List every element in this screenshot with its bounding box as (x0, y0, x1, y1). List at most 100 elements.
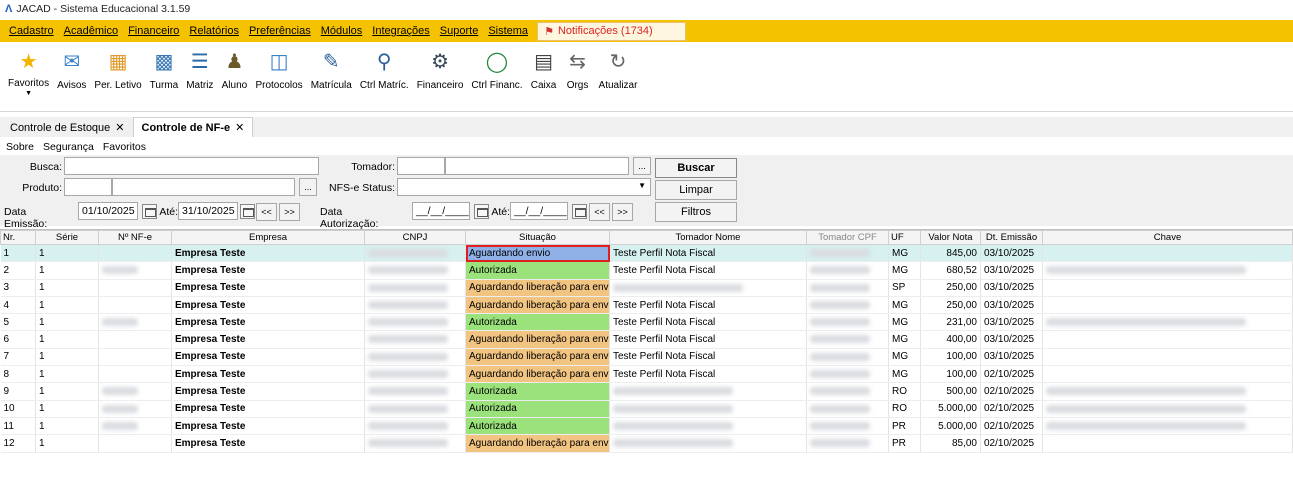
col-empresa[interactable]: Empresa (171, 230, 365, 245)
table-row[interactable]: 1 1 Empresa Teste Aguardando envio Teste Per… (0, 244, 1293, 263)
nfse-status-select[interactable]: ▼ (397, 178, 651, 196)
next-period-button[interactable]: >> (279, 203, 300, 221)
submenu-favoritos[interactable]: Favoritos (103, 141, 146, 153)
menu-cadastro[interactable]: Cadastro (4, 25, 59, 37)
col-situacao[interactable]: Situação (465, 230, 610, 245)
data-emissao-label: Data Emissão: (4, 206, 48, 230)
cell-valor: 400,00 (920, 330, 981, 349)
tomador-name-input[interactable] (445, 157, 629, 175)
col-chave[interactable]: Chave (1042, 230, 1293, 245)
toolbar-turma-button[interactable]: ▩ Turma (150, 49, 179, 91)
toolbar-orgs-button[interactable]: ⇆ Orgs (565, 49, 591, 91)
cell-valor: 845,00 (920, 244, 981, 263)
table-row[interactable]: 2 1 Empresa Teste Autorizada Teste Perfil No… (0, 261, 1293, 280)
table-row[interactable]: 7 1 Empresa Teste Aguardando liberação para… (0, 348, 1293, 367)
data-autorizacao-de-input[interactable]: __/__/____ (412, 202, 470, 220)
notification-icon: ⚑ (544, 25, 554, 38)
produto-name-input[interactable] (112, 178, 295, 196)
cell-nfe (98, 313, 172, 332)
cell-uf: MG (888, 261, 921, 280)
toolbar-per-letivo-button[interactable]: ▦ Per. Letivo (94, 49, 141, 91)
close-icon[interactable]: ✕ (235, 121, 244, 134)
menu-sistema[interactable]: Sistema (483, 25, 533, 37)
cell-tomador-cpf (806, 382, 889, 401)
calendar-icon: ▦ (108, 51, 128, 73)
table-row[interactable]: 4 1 Empresa Teste Aguardando liberação para… (0, 296, 1293, 315)
toolbar-protocolos-button[interactable]: ◫ Protocolos (255, 49, 302, 91)
produto-code-input[interactable] (64, 178, 112, 196)
col-tomador-nome[interactable]: Tomador Nome (609, 230, 807, 245)
col-tomador-cpf[interactable]: Tomador CPF (806, 230, 889, 245)
submenu-sobre[interactable]: Sobre (6, 141, 34, 153)
col-valor-nota[interactable]: Valor Nota (920, 230, 981, 245)
toolbar-label: Orgs (566, 80, 589, 91)
calendar-icon[interactable] (572, 204, 587, 219)
cell-data: 02/10/2025 (980, 400, 1043, 418)
tomador-code-input[interactable] (397, 157, 445, 175)
col-nfe[interactable]: Nº NF-e (98, 230, 172, 245)
col-cnpj[interactable]: CNPJ (364, 230, 466, 245)
nfe-table: Nr. Série Nº NF-e Empresa CNPJ Situação … (0, 230, 1293, 453)
col-serie[interactable]: Série (35, 230, 99, 245)
menu-academico[interactable]: Acadêmico (59, 25, 123, 37)
col-nr[interactable]: Nr. (0, 230, 36, 245)
cell-tomador-cpf (806, 434, 889, 453)
table-row[interactable]: 12 1 Empresa Teste Aguardando liberação par… (0, 434, 1293, 453)
cell-nr: 7 (0, 348, 36, 367)
cell-empresa: Empresa Teste (171, 313, 365, 332)
notifications-button[interactable]: ⚑ Notificações (1734) (537, 21, 686, 41)
busca-input[interactable] (64, 157, 319, 175)
tomador-search-button[interactable]: ... (633, 157, 651, 175)
toolbar-avisos-button[interactable]: ✉ Avisos (57, 49, 86, 91)
menu-suporte[interactable]: Suporte (435, 25, 484, 37)
prev-period-button[interactable]: << (256, 203, 277, 221)
cell-tomador-cpf (806, 261, 889, 280)
toolbar-atualizar-button[interactable]: ↻ Atualizar (599, 49, 638, 91)
toolbar-favoritos-button[interactable]: ★ Favoritos ▼ (8, 49, 49, 97)
menu-preferencias[interactable]: Preferências (244, 25, 316, 37)
calendar-icon[interactable] (240, 204, 255, 219)
close-icon[interactable]: ✕ (115, 121, 124, 134)
next-period-button[interactable]: >> (612, 203, 633, 221)
toolbar-financeiro-button[interactable]: ⚙ Financeiro (417, 49, 464, 91)
app-logo-icon: Λ (5, 3, 13, 15)
menu-financeiro[interactable]: Financeiro (123, 25, 184, 37)
data-autorizacao-ate-input[interactable]: __/__/____ (510, 202, 568, 220)
limpar-button[interactable]: Limpar (655, 180, 737, 200)
table-row[interactable]: 8 1 Empresa Teste Aguardando liberação para… (0, 365, 1293, 384)
cell-nfe (98, 330, 172, 349)
prev-period-button[interactable]: << (589, 203, 610, 221)
toolbar-label: Per. Letivo (94, 80, 142, 91)
menu-modulos[interactable]: Módulos (316, 25, 368, 37)
calendar-icon[interactable] (474, 204, 489, 219)
cell-tomador-cpf (806, 244, 889, 263)
toolbar-matricula-button[interactable]: ✎ Matrícula (311, 49, 352, 91)
filtros-button[interactable]: Filtros (655, 202, 737, 222)
table-row[interactable]: 5 1 Empresa Teste Autorizada Teste Perfil No… (0, 313, 1293, 332)
tab-controle-nfe[interactable]: Controle de NF-e ✕ (132, 117, 254, 137)
toolbar-label: Turma (149, 80, 179, 91)
cell-situacao: Autorizada (465, 417, 610, 436)
toolbar-aluno-button[interactable]: ♟ Aluno (221, 49, 248, 91)
produto-search-button[interactable]: ... (299, 178, 317, 196)
tab-controle-estoque[interactable]: Controle de Estoque ✕ (2, 118, 133, 137)
col-uf[interactable]: UF (888, 230, 921, 245)
toolbar-matriz-button[interactable]: ☰ Matriz (186, 49, 213, 91)
toolbar-ctrl-matric-button[interactable]: ⚲ Ctrl Matríc. (360, 49, 409, 91)
table-row[interactable]: 6 1 Empresa Teste Aguardando liberação para… (0, 330, 1293, 349)
buscar-button[interactable]: Buscar (655, 158, 737, 178)
menu-integracoes[interactable]: Integrações (367, 25, 434, 37)
data-emissao-de-input[interactable]: 01/10/2025 (78, 202, 138, 220)
data-emissao-ate-input[interactable]: 31/10/2025 (178, 202, 238, 220)
toolbar-ctrl-financ-button[interactable]: ◯ Ctrl Financ. (471, 49, 522, 91)
calendar-icon[interactable] (142, 204, 157, 219)
data-autorizacao-label: Data Autorização: (320, 206, 379, 230)
submenu-seguranca[interactable]: Segurança (43, 141, 94, 153)
table-row[interactable]: 11 1 Empresa Teste Autorizada PR 5.000,00 02/1… (0, 417, 1293, 436)
table-row[interactable]: 10 1 Empresa Teste Autorizada RO 5.000,00 02/1… (0, 400, 1293, 418)
menu-relatorios[interactable]: Relatórios (184, 25, 244, 37)
toolbar-caixa-button[interactable]: ▤ Caixa (531, 49, 557, 91)
table-row[interactable]: 3 1 Empresa Teste Aguardando liberação para… (0, 279, 1293, 297)
col-dt-emissao[interactable]: Dt. Emissão (980, 230, 1043, 245)
table-row[interactable]: 9 1 Empresa Teste Autorizada RO 500,00 02/10/2… (0, 382, 1293, 401)
